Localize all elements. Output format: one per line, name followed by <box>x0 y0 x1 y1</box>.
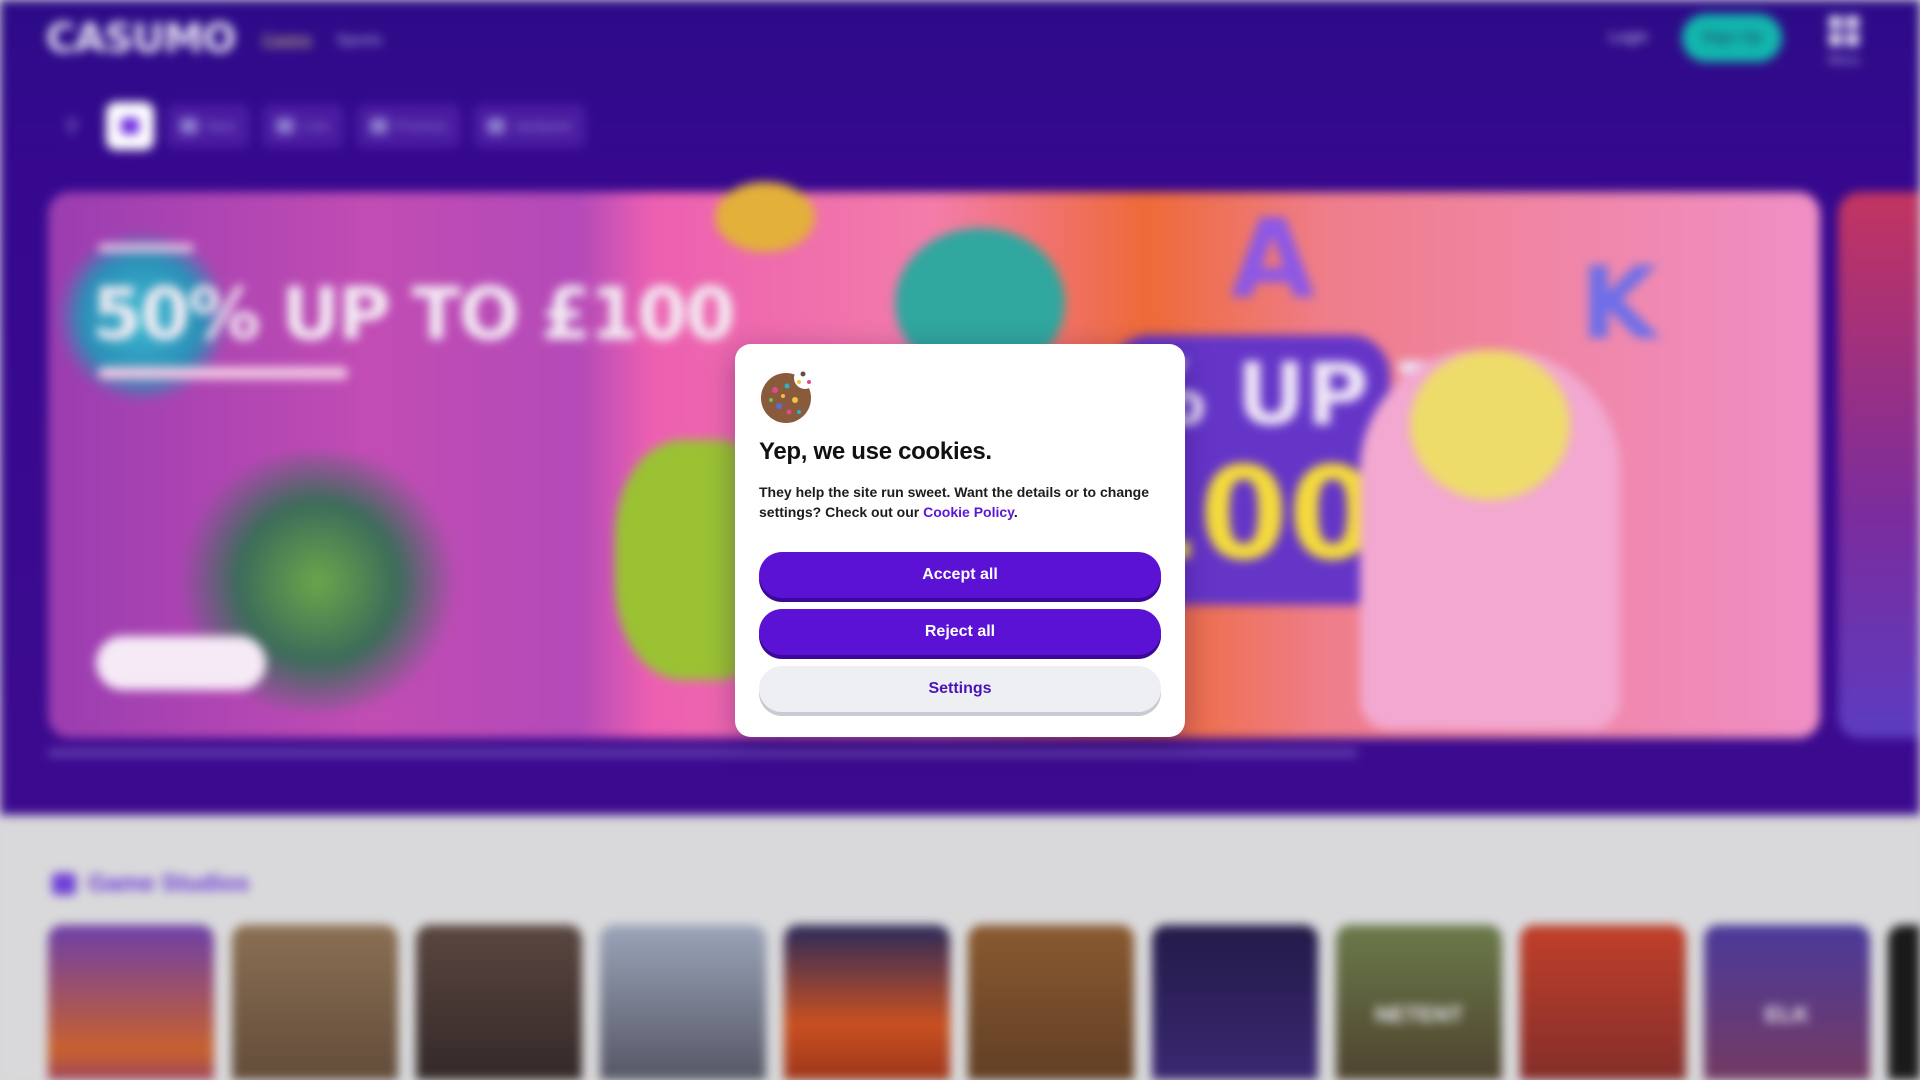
banner-subtitle <box>98 367 348 379</box>
category-jackpots-label: Jackpots <box>513 117 573 135</box>
cookie-settings-button[interactable]: Settings <box>759 666 1161 712</box>
signup-button[interactable]: Sign Up <box>1682 14 1782 62</box>
category-jackpots[interactable]: Jackpots <box>473 104 587 148</box>
cookie-icon <box>761 368 815 423</box>
live-icon <box>276 118 295 134</box>
promos-icon <box>369 118 388 134</box>
reject-all-button[interactable]: Reject all <box>759 609 1161 655</box>
studio-tile[interactable] <box>1888 925 1920 1080</box>
letter-a-graphic: A <box>1230 195 1316 323</box>
search-icon: ⚲ <box>64 115 80 138</box>
cookie-policy-link[interactable]: Cookie Policy <box>923 504 1014 520</box>
home-button[interactable] <box>106 102 154 150</box>
studios-title: Game Studios <box>52 870 249 898</box>
new-icon <box>180 118 198 134</box>
accept-all-button[interactable]: Accept all <box>759 552 1161 598</box>
category-new-label: New <box>206 117 237 135</box>
category-promos-label: Promos <box>395 117 448 135</box>
menu-button[interactable]: Menu <box>1826 16 1862 72</box>
studio-tile[interactable]: NETENT <box>1336 925 1502 1080</box>
cookie-text-end: . <box>1013 504 1018 520</box>
studio-tile[interactable]: ELK <box>1704 925 1870 1080</box>
studio-tile[interactable] <box>784 925 950 1080</box>
cookie-consent-dialog: Yep, we use cookies. They help the site … <box>735 344 1185 737</box>
nav-sports[interactable]: Sports <box>336 32 382 50</box>
letter-k-graphic: K <box>1580 245 1658 362</box>
search-button[interactable]: ⚲ <box>50 104 94 148</box>
studio-tiles: NETENT ELK <box>48 925 1920 1080</box>
grid-icon <box>1826 16 1862 46</box>
category-new[interactable]: New <box>166 104 251 148</box>
site-header: CASUMO Casino Sports Login Sign Up Menu <box>0 0 1920 80</box>
banner-cta-button[interactable] <box>96 636 266 690</box>
cookie-dialog-text: They help the site run sweet. Want the d… <box>759 482 1163 522</box>
studio-tile[interactable] <box>416 925 582 1080</box>
next-promo-card[interactable] <box>1838 192 1920 738</box>
banner-disclaimer <box>48 750 1358 756</box>
studio-tile[interactable] <box>232 925 398 1080</box>
character-hair-graphic <box>1410 350 1570 500</box>
studio-tile[interactable] <box>968 925 1134 1080</box>
cookie-dialog-title: Yep, we use cookies. <box>759 438 992 465</box>
studio-tile[interactable] <box>48 925 214 1080</box>
studio-tile[interactable] <box>1152 925 1318 1080</box>
dice-icon <box>52 873 76 895</box>
category-live-label: Live <box>302 117 330 135</box>
category-live[interactable]: Live <box>262 104 344 148</box>
banner-eyebrow <box>98 244 194 252</box>
home-icon <box>121 118 139 134</box>
studios-title-label: Game Studios <box>88 870 250 897</box>
menu-label: Menu <box>1827 52 1861 67</box>
coin-graphic <box>715 182 815 252</box>
category-bar: ⚲ New Live Promos Jackpots <box>50 100 587 152</box>
nav-casino[interactable]: Casino <box>262 32 312 50</box>
banner-headline: 50% UP TO £100 <box>92 272 735 356</box>
jackpots-icon <box>487 118 506 134</box>
login-link[interactable]: Login <box>1609 29 1648 47</box>
studio-tile[interactable] <box>1520 925 1686 1080</box>
casumo-logo[interactable]: CASUMO <box>46 16 236 62</box>
category-promos[interactable]: Promos <box>355 104 462 148</box>
studio-tile[interactable] <box>600 925 766 1080</box>
